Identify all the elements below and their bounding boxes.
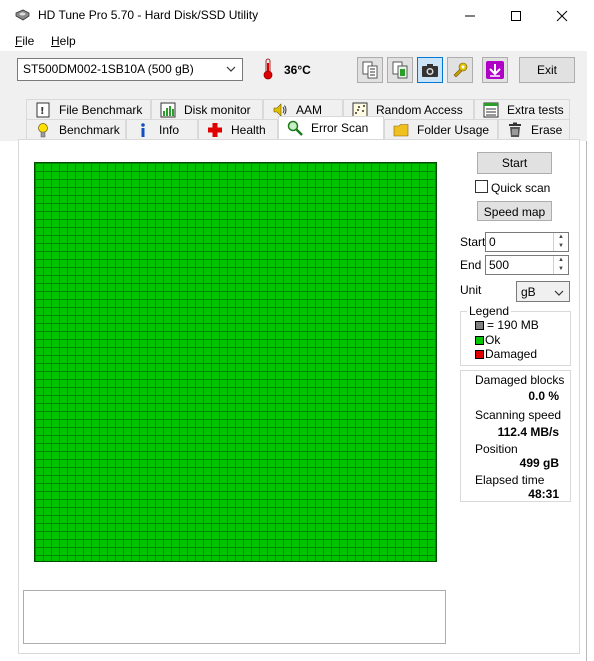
elapsed-time-value: 48:31 xyxy=(528,487,559,501)
menu-file[interactable]: File xyxy=(15,34,34,48)
tab-label: File Benchmark xyxy=(59,102,143,117)
scanning-speed-value: 112.4 MB/s xyxy=(497,425,559,439)
tab-error-scan[interactable]: Error Scan xyxy=(278,116,384,139)
copy-text-button[interactable] xyxy=(357,57,383,83)
damaged-blocks-label: Damaged blocks xyxy=(475,373,565,387)
save-button[interactable] xyxy=(482,57,508,83)
tab-file-benchmark[interactable]: ! File Benchmark xyxy=(26,99,151,119)
tab-disk-monitor[interactable]: Disk monitor xyxy=(151,99,263,119)
spin-up-icon[interactable]: ▲ xyxy=(553,256,568,265)
title-bar[interactable]: HD Tune Pro 5.70 - Hard Disk/SSD Utility xyxy=(0,0,587,31)
tab-label: Error Scan xyxy=(311,121,369,135)
thermometer-icon xyxy=(263,58,273,80)
range-end-label: End xyxy=(460,258,482,272)
range-end-value: 500 xyxy=(489,258,510,272)
menu-help[interactable]: Help xyxy=(51,34,76,48)
tab-health[interactable]: Health xyxy=(198,119,278,139)
close-icon xyxy=(556,10,568,21)
legend-swatch-ok xyxy=(475,336,484,345)
tab-benchmark[interactable]: Benchmark xyxy=(26,119,126,139)
hdtune-app-icon xyxy=(15,9,30,21)
folder-icon xyxy=(393,123,409,136)
range-start-label: Start xyxy=(460,235,486,249)
benchmark-icon xyxy=(38,122,48,137)
elapsed-time-label: Elapsed time xyxy=(475,473,545,487)
tab-label: Benchmark xyxy=(59,122,120,137)
legend-label-block-size: = 190 MB xyxy=(487,318,539,332)
health-cross-icon xyxy=(208,122,222,137)
legend-title: Legend xyxy=(467,304,512,318)
tab-folder-usage[interactable]: Folder Usage xyxy=(384,119,498,139)
quick-scan-label[interactable]: Quick scan xyxy=(491,181,550,195)
temperature-readout: 36°C xyxy=(284,63,311,77)
tab-label: Info xyxy=(159,122,180,137)
minimize-button[interactable] xyxy=(447,0,493,31)
range-start-value: 0 xyxy=(489,235,496,249)
unit-select[interactable]: gB xyxy=(516,281,570,302)
save-arrow-icon xyxy=(486,61,504,79)
copy-all-icon xyxy=(392,61,408,79)
disk-monitor-icon xyxy=(160,102,176,117)
options-icon xyxy=(453,62,468,78)
menu-help-mnemonic: H xyxy=(51,34,60,48)
spin-down-icon[interactable]: ▼ xyxy=(553,242,568,251)
maximize-icon xyxy=(511,10,521,21)
copy-all-button[interactable] xyxy=(387,57,413,83)
range-start-input[interactable]: 0 ▲ ▼ xyxy=(485,232,569,252)
scan-log-box[interactable] xyxy=(23,590,446,644)
file-benchmark-icon: ! xyxy=(36,102,50,117)
legend-label-damaged: Damaged xyxy=(485,347,538,361)
tab-info[interactable]: Info xyxy=(126,119,198,139)
spin-down-icon[interactable]: ▼ xyxy=(553,265,568,274)
tab-label: Extra tests xyxy=(507,102,564,117)
trash-icon xyxy=(509,122,521,137)
quick-scan-checkbox[interactable] xyxy=(475,180,488,193)
tab-label: Disk monitor xyxy=(184,102,251,117)
tab-erase[interactable]: Erase xyxy=(498,119,570,139)
svg-text:!: ! xyxy=(40,106,45,117)
tab-label: Health xyxy=(231,122,266,137)
legend-label-ok: Ok xyxy=(485,333,501,347)
window-title: HD Tune Pro 5.70 - Hard Disk/SSD Utility xyxy=(38,8,259,22)
temperature-value: 36 xyxy=(284,63,298,77)
copy-text-icon xyxy=(362,61,378,79)
chevron-down-icon xyxy=(226,66,236,72)
temperature-unit: °C xyxy=(297,63,311,77)
drive-select[interactable]: ST500DM002-1SB10A (500 gB) xyxy=(17,58,243,81)
damaged-blocks-value: 0.0 % xyxy=(528,389,559,403)
minimize-icon xyxy=(465,15,475,16)
speed-map-button[interactable]: Speed map xyxy=(477,201,552,221)
legend-swatch-block-size xyxy=(475,321,484,330)
maximize-button[interactable] xyxy=(493,0,539,31)
unit-label: Unit xyxy=(460,283,482,297)
menu-file-label: ile xyxy=(22,34,35,48)
error-scan-block-map xyxy=(34,162,437,562)
tab-label: Folder Usage xyxy=(417,122,490,137)
chevron-down-icon xyxy=(554,290,564,296)
menu-help-label: elp xyxy=(59,34,76,48)
tab-extra-tests[interactable]: Extra tests xyxy=(474,99,570,119)
camera-icon xyxy=(422,64,438,77)
tab-label: Erase xyxy=(531,122,563,137)
legend-swatch-damaged xyxy=(475,350,484,359)
drive-select-value: ST500DM002-1SB10A (500 gB) xyxy=(23,62,194,76)
info-icon xyxy=(141,122,145,137)
position-value: 499 gB xyxy=(519,456,559,470)
tab-label: Random Access xyxy=(376,102,463,117)
exit-button[interactable]: Exit xyxy=(519,57,575,83)
position-label: Position xyxy=(475,442,518,456)
options-button[interactable] xyxy=(447,57,473,83)
unit-select-value: gB xyxy=(521,285,536,299)
spin-up-icon[interactable]: ▲ xyxy=(553,233,568,242)
screenshot-button[interactable] xyxy=(417,57,443,83)
start-scan-button[interactable]: Start xyxy=(477,152,552,174)
app-window: HD Tune Pro 5.70 - Hard Disk/SSD Utility… xyxy=(0,0,587,661)
scanning-speed-label: Scanning speed xyxy=(475,408,562,422)
tab-label: AAM xyxy=(296,102,323,117)
close-button[interactable] xyxy=(539,0,585,31)
extra-tests-icon xyxy=(483,102,499,117)
menu-bar: File Help xyxy=(0,31,587,51)
range-end-input[interactable]: 500 ▲ ▼ xyxy=(485,255,569,275)
magnifier-icon xyxy=(287,120,303,136)
